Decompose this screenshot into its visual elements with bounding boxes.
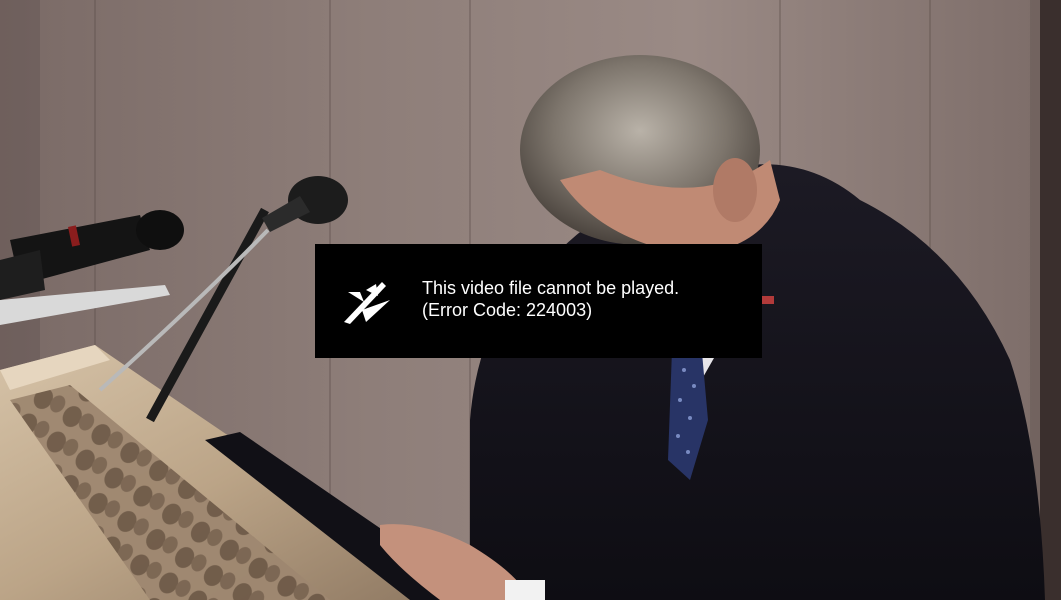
broken-play-icon: [344, 282, 390, 324]
video-player[interactable]: This video file cannot be played. (Error…: [0, 0, 1061, 600]
error-message-line: This video file cannot be played.: [422, 278, 680, 298]
error-code-line: (Error Code: 224003): [422, 300, 593, 320]
video-error-message: This video file cannot be played. (Error…: [422, 277, 757, 321]
